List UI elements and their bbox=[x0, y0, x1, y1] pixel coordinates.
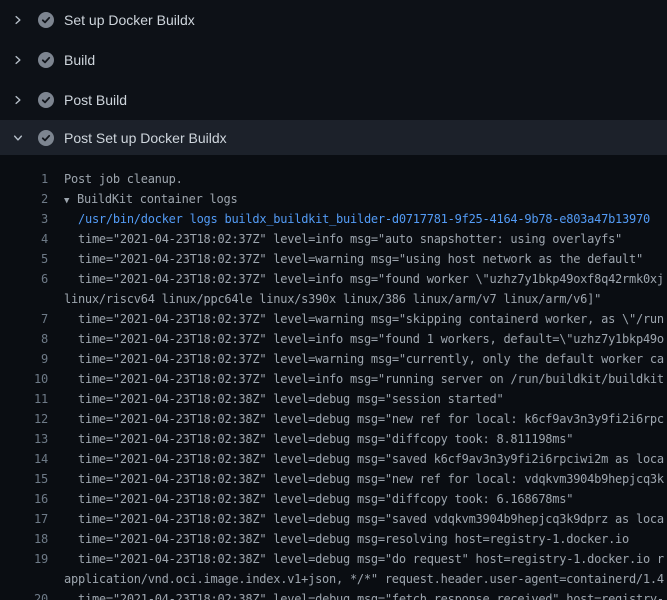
log-row: 5 time="2021-04-23T18:02:37Z" level=warni… bbox=[0, 249, 667, 269]
line-number[interactable]: 20 bbox=[16, 589, 48, 600]
log-text: time="2021-04-23T18:02:38Z" level=debug … bbox=[78, 589, 664, 600]
log-text: time="2021-04-23T18:02:37Z" level=info m… bbox=[78, 329, 664, 349]
line-number[interactable]: 5 bbox=[16, 249, 48, 269]
group-toggle-icon[interactable]: ▼ bbox=[64, 191, 77, 211]
line-number[interactable]: 16 bbox=[16, 489, 48, 509]
log-text: time="2021-04-23T18:02:37Z" level=warnin… bbox=[78, 309, 664, 329]
log-text: time="2021-04-23T18:02:38Z" level=debug … bbox=[78, 549, 664, 569]
log-text: time="2021-04-23T18:02:38Z" level=debug … bbox=[78, 469, 664, 489]
line-number[interactable]: 15 bbox=[16, 469, 48, 489]
line-number[interactable]: 6 bbox=[16, 269, 48, 289]
line-number[interactable]: 19 bbox=[16, 549, 48, 569]
line-number[interactable]: 2 bbox=[16, 189, 48, 209]
step-label: Post Build bbox=[64, 92, 127, 108]
log-row: 2 ▼BuildKit container logs bbox=[0, 189, 667, 209]
log-row: 12 time="2021-04-23T18:02:38Z" level=debu… bbox=[0, 409, 667, 429]
log-row: 16 time="2021-04-23T18:02:38Z" level=debu… bbox=[0, 489, 667, 509]
log-row: 8 time="2021-04-23T18:02:37Z" level=info … bbox=[0, 329, 667, 349]
check-circle-icon bbox=[38, 130, 54, 146]
line-number[interactable]: 10 bbox=[16, 369, 48, 389]
line-number[interactable]: 7 bbox=[16, 309, 48, 329]
chevron-right-icon bbox=[12, 94, 24, 106]
line-number[interactable]: 12 bbox=[16, 409, 48, 429]
chevron-right-icon bbox=[12, 54, 24, 66]
step-label: Set up Docker Buildx bbox=[64, 12, 195, 28]
step-row-build[interactable]: Build bbox=[0, 40, 667, 80]
log-row: 4 time="2021-04-23T18:02:37Z" level=info … bbox=[0, 229, 667, 249]
line-number bbox=[16, 569, 48, 589]
log-row: 3/usr/bin/docker logs buildx_buildkit_bu… bbox=[0, 209, 667, 229]
log-text: time="2021-04-23T18:02:38Z" level=debug … bbox=[78, 429, 573, 449]
log-row: 15 time="2021-04-23T18:02:38Z" level=debu… bbox=[0, 469, 667, 489]
log-row: 14 time="2021-04-23T18:02:38Z" level=debu… bbox=[0, 449, 667, 469]
check-circle-icon bbox=[38, 12, 54, 28]
log-row: linux/riscv64 linux/ppc64le linux/s390x … bbox=[0, 289, 667, 309]
log-row: 9 time="2021-04-23T18:02:37Z" level=warni… bbox=[0, 349, 667, 369]
log-text: time="2021-04-23T18:02:37Z" level=info m… bbox=[78, 369, 664, 389]
line-number[interactable]: 17 bbox=[16, 509, 48, 529]
line-number[interactable]: 9 bbox=[16, 349, 48, 369]
log-text: time="2021-04-23T18:02:37Z" level=warnin… bbox=[78, 349, 664, 369]
log-row: application/vnd.oci.image.index.v1+json,… bbox=[0, 569, 667, 589]
log-row: 6 time="2021-04-23T18:02:37Z" level=info … bbox=[0, 269, 667, 289]
line-number[interactable]: 1 bbox=[16, 169, 48, 189]
log-row: 1 Post job cleanup. bbox=[0, 169, 667, 189]
log-text: time="2021-04-23T18:02:38Z" level=debug … bbox=[78, 529, 629, 549]
line-number[interactable]: 13 bbox=[16, 429, 48, 449]
log-text: time="2021-04-23T18:02:38Z" level=debug … bbox=[78, 509, 664, 529]
log-row: 19 time="2021-04-23T18:02:38Z" level=debu… bbox=[0, 549, 667, 569]
step-row-post-set-up-docker-buildx[interactable]: Post Set up Docker Buildx bbox=[0, 120, 667, 155]
check-circle-icon bbox=[38, 92, 54, 108]
step-row-set-up-docker-buildx[interactable]: Set up Docker Buildx bbox=[0, 0, 667, 40]
step-label: Build bbox=[64, 52, 95, 68]
log-text: time="2021-04-23T18:02:37Z" level=info m… bbox=[78, 229, 622, 249]
step-label: Post Set up Docker Buildx bbox=[64, 130, 227, 146]
log-text: application/vnd.oci.image.index.v1+json,… bbox=[64, 569, 664, 589]
log-text: ▼BuildKit container logs bbox=[64, 189, 237, 209]
log-row: 7 time="2021-04-23T18:02:37Z" level=warni… bbox=[0, 309, 667, 329]
line-number[interactable]: 14 bbox=[16, 449, 48, 469]
log-text: time="2021-04-23T18:02:38Z" level=debug … bbox=[78, 409, 664, 429]
log-row: 11 time="2021-04-23T18:02:38Z" level=debu… bbox=[0, 389, 667, 409]
check-circle-icon bbox=[38, 52, 54, 68]
log-row: 18 time="2021-04-23T18:02:38Z" level=debu… bbox=[0, 529, 667, 549]
log-text: time="2021-04-23T18:02:37Z" level=info m… bbox=[78, 269, 664, 289]
log-row: 10 time="2021-04-23T18:02:37Z" level=info… bbox=[0, 369, 667, 389]
log-row: 17 time="2021-04-23T18:02:38Z" level=debu… bbox=[0, 509, 667, 529]
log-row: 13 time="2021-04-23T18:02:38Z" level=debu… bbox=[0, 429, 667, 449]
line-number[interactable]: 18 bbox=[16, 529, 48, 549]
log-text: linux/riscv64 linux/ppc64le linux/s390x … bbox=[64, 289, 601, 309]
chevron-right-icon bbox=[12, 14, 24, 26]
log-text: Post job cleanup. bbox=[64, 169, 183, 189]
log-text: time="2021-04-23T18:02:38Z" level=debug … bbox=[78, 489, 573, 509]
line-number[interactable]: 4 bbox=[16, 229, 48, 249]
steps-panel: Set up Docker Buildx Build Post Build Po… bbox=[0, 0, 667, 155]
log-text: time="2021-04-23T18:02:37Z" level=warnin… bbox=[78, 249, 643, 269]
line-number[interactable]: 3 bbox=[16, 209, 48, 229]
line-number[interactable]: 11 bbox=[16, 389, 48, 409]
chevron-down-icon bbox=[12, 132, 24, 144]
step-row-post-build[interactable]: Post Build bbox=[0, 80, 667, 120]
log-text: time="2021-04-23T18:02:38Z" level=debug … bbox=[78, 389, 503, 409]
log-text: time="2021-04-23T18:02:38Z" level=debug … bbox=[78, 449, 664, 469]
log-command-text: /usr/bin/docker logs buildx_buildkit_bui… bbox=[78, 209, 650, 229]
log-panel: 1 Post job cleanup. 2 ▼BuildKit container l… bbox=[0, 155, 667, 600]
line-number[interactable]: 8 bbox=[16, 329, 48, 349]
log-row: 20 time="2021-04-23T18:02:38Z" level=debu… bbox=[0, 589, 667, 600]
line-number bbox=[16, 289, 48, 309]
